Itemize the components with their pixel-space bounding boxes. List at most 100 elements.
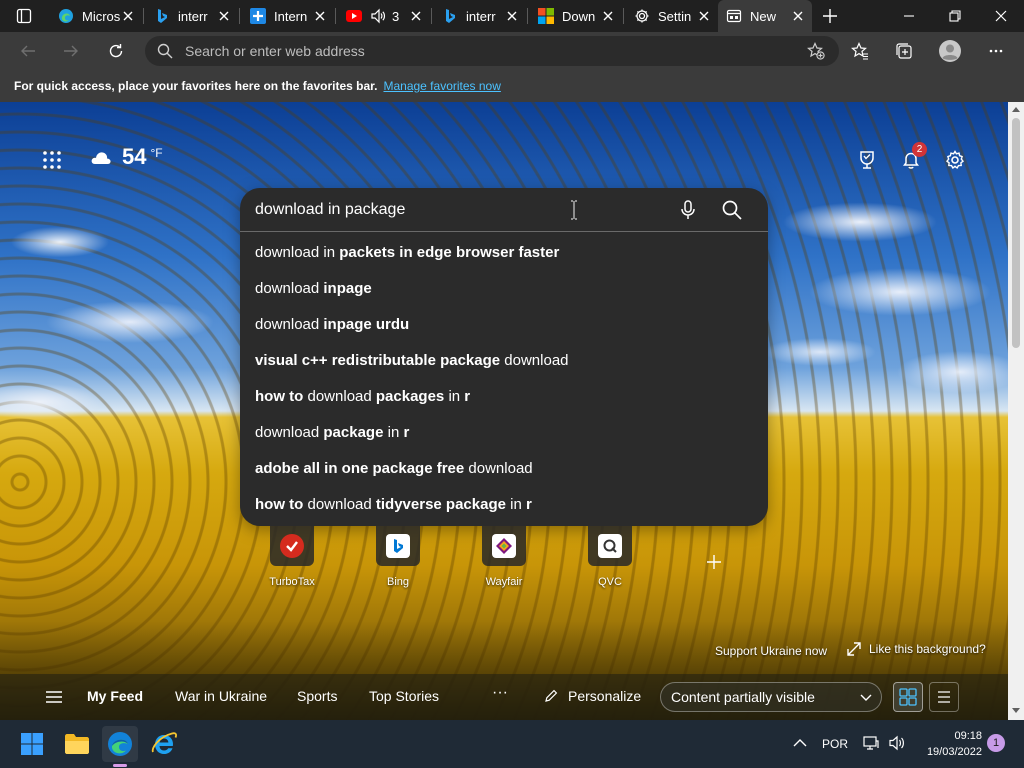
manage-favorites-link[interactable]: Manage favorites now <box>383 79 500 93</box>
qvc-icon <box>598 534 622 558</box>
file-explorer-button[interactable] <box>59 726 95 762</box>
taskbar-clock[interactable]: 09:18 19/03/2022 <box>927 728 982 760</box>
start-button[interactable] <box>14 726 50 762</box>
app-launcher-button[interactable] <box>40 148 64 172</box>
add-quick-link-icon[interactable] <box>706 554 722 570</box>
search-submit-button[interactable] <box>720 198 744 222</box>
hamburger-menu-icon[interactable] <box>44 688 64 706</box>
search-suggestion[interactable]: how to download packages in r <box>240 378 768 414</box>
feed-tab-my-feed[interactable]: My Feed <box>87 688 143 704</box>
scroll-down-arrow-icon[interactable] <box>1011 707 1021 715</box>
suggestion-text: in <box>505 495 526 513</box>
settings-more-button[interactable] <box>980 35 1012 67</box>
feed-tab-sports[interactable]: Sports <box>297 688 337 704</box>
quick-link-turbotax[interactable]: TurboTax <box>262 526 322 588</box>
voice-search-button[interactable] <box>676 198 700 222</box>
search-suggestion[interactable]: download package in r <box>240 414 768 450</box>
tab-new-tab[interactable]: New <box>718 0 812 32</box>
personalize-button[interactable]: Personalize <box>544 688 641 704</box>
list-layout-button[interactable] <box>929 682 959 712</box>
quick-link-bing[interactable]: Bing <box>368 526 428 588</box>
support-ukraine-link[interactable]: Support Ukraine now <box>715 644 827 658</box>
search-box[interactable] <box>240 188 768 232</box>
grid-layout-button[interactable] <box>893 682 923 712</box>
tab-internet[interactable]: Intern <box>242 0 334 32</box>
edge-taskbar-button[interactable] <box>102 726 138 762</box>
like-background-link[interactable]: Like this background? <box>847 642 986 656</box>
quick-link-tile[interactable] <box>270 526 314 566</box>
suggestion-text: download <box>255 315 324 333</box>
new-tab-page: 54 °F 2 download in packets in edge brow… <box>0 102 1008 720</box>
network-icon[interactable] <box>863 735 879 751</box>
quick-link-tile[interactable] <box>482 526 526 566</box>
suggestion-text: in <box>444 387 465 405</box>
close-tab-icon[interactable] <box>216 8 232 24</box>
microphone-icon <box>681 200 695 219</box>
search-suggestion[interactable]: download inpage <box>240 270 768 306</box>
search-suggestion[interactable]: how to download tidyverse package in r <box>240 486 768 522</box>
tab-downloads[interactable]: Down <box>530 0 622 32</box>
page-settings-button[interactable] <box>941 146 969 174</box>
new-tab-button[interactable] <box>818 4 842 28</box>
tab-bing-search-2[interactable]: interr <box>434 0 526 32</box>
close-window-button[interactable] <box>978 0 1024 32</box>
search-suggestion[interactable]: download in packets in edge browser fast… <box>240 234 768 270</box>
close-tab-icon[interactable] <box>120 8 136 24</box>
tab-settings[interactable]: Settin <box>626 0 718 32</box>
minimize-button[interactable] <box>886 0 932 32</box>
scrollbar-thumb[interactable] <box>1012 118 1020 348</box>
feed-tab-top-stories[interactable]: Top Stories <box>369 688 439 704</box>
feed-more-button[interactable]: ··· <box>492 684 508 702</box>
rewards-button[interactable] <box>853 146 881 174</box>
collections-button[interactable] <box>888 35 920 67</box>
suggestion-list: download in packets in edge browser fast… <box>240 234 768 522</box>
pencil-icon <box>545 689 558 702</box>
suggestion-text: download <box>500 351 569 369</box>
search-suggestion[interactable]: visual c++ redistributable package downl… <box>240 342 768 378</box>
personalize-label: Personalize <box>568 688 642 704</box>
close-tab-icon[interactable] <box>696 8 712 24</box>
restore-button[interactable] <box>932 0 978 32</box>
forward-button[interactable] <box>55 35 87 67</box>
add-favorite-icon[interactable] <box>807 42 825 60</box>
notification-center-badge[interactable]: 1 <box>987 734 1005 752</box>
plus-square-icon <box>250 8 266 24</box>
web-search-input[interactable] <box>255 200 655 219</box>
address-bar[interactable] <box>145 36 839 66</box>
tab-bing-search-1[interactable]: interr <box>146 0 238 32</box>
notifications-button[interactable]: 2 <box>897 142 927 174</box>
quick-link-qvc[interactable]: QVC <box>580 526 640 588</box>
volume-icon[interactable] <box>888 735 906 751</box>
scroll-up-arrow-icon[interactable] <box>1011 105 1021 113</box>
weather-widget[interactable]: 54 °F <box>90 144 163 170</box>
close-tab-icon[interactable] <box>312 8 328 24</box>
suggestion-highlight-text: inpage <box>323 279 372 297</box>
refresh-button[interactable] <box>100 35 132 67</box>
chevron-up-icon[interactable] <box>793 738 807 748</box>
page-scrollbar[interactable] <box>1008 102 1024 720</box>
suggestion-text: download <box>464 459 533 477</box>
suggestion-highlight-text: how to <box>255 387 304 405</box>
tab-actions-button[interactable] <box>8 0 40 32</box>
address-input[interactable] <box>185 43 785 59</box>
close-tab-icon[interactable] <box>600 8 616 24</box>
quick-link-tile[interactable] <box>376 526 420 566</box>
tab-youtube[interactable]: 3 <box>338 0 430 32</box>
content-visibility-dropdown[interactable]: Content partially visible <box>660 682 882 712</box>
close-tab-icon[interactable] <box>408 8 424 24</box>
notification-badge: 2 <box>912 142 927 157</box>
internet-explorer-button[interactable] <box>146 726 182 762</box>
profile-button[interactable] <box>934 35 966 67</box>
back-button[interactable] <box>12 35 44 67</box>
input-language-indicator[interactable]: POR <box>822 737 848 751</box>
close-tab-icon[interactable] <box>790 8 806 24</box>
favorites-button[interactable] <box>844 35 876 67</box>
search-suggestion[interactable]: adobe all in one package free download <box>240 450 768 486</box>
search-suggestion[interactable]: download inpage urdu <box>240 306 768 342</box>
quick-link-tile[interactable] <box>588 526 632 566</box>
speaker-icon[interactable] <box>370 8 386 24</box>
close-tab-icon[interactable] <box>504 8 520 24</box>
quick-link-wayfair[interactable]: Wayfair <box>474 526 534 588</box>
feed-tab-war-in-ukraine[interactable]: War in Ukraine <box>175 688 267 704</box>
tab-microsoft[interactable]: Micros <box>50 0 142 32</box>
